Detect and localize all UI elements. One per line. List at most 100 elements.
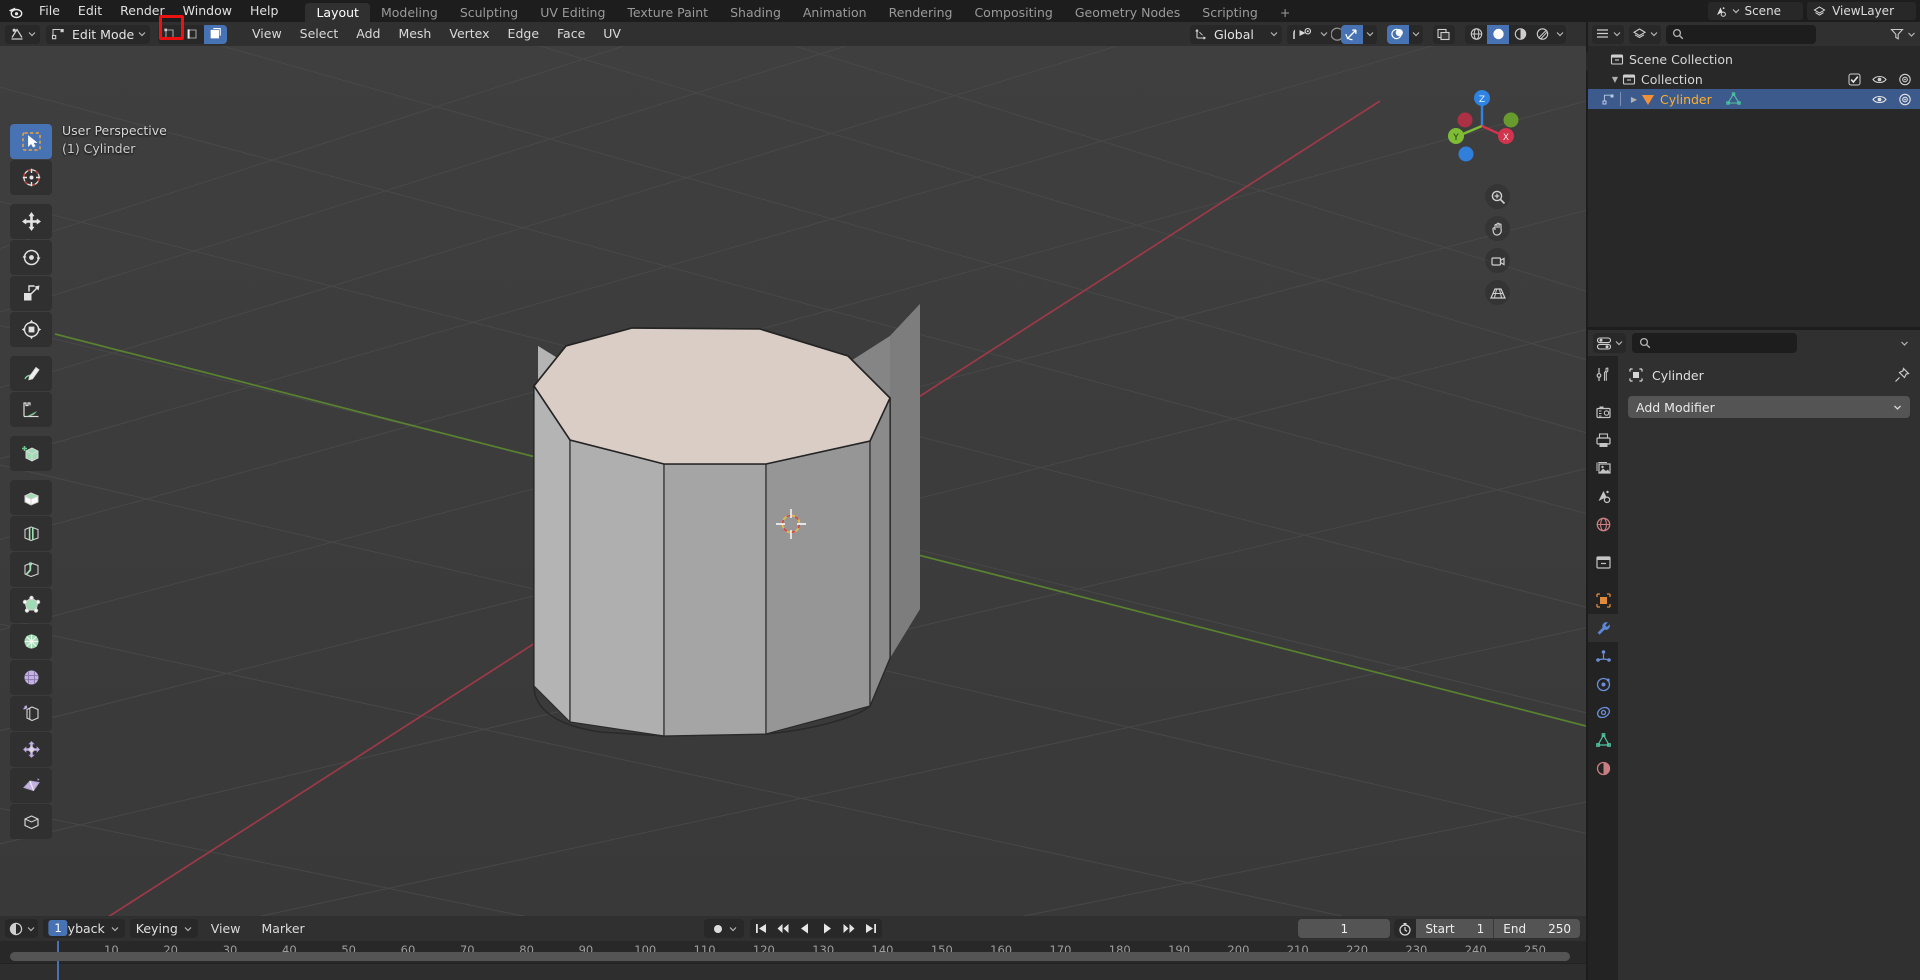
jump-to-end-button[interactable] xyxy=(860,919,882,938)
knife-tool[interactable] xyxy=(10,624,52,659)
menu-render[interactable]: Render xyxy=(111,0,174,22)
viewport-menu-select[interactable]: Select xyxy=(291,23,348,45)
editor-type-selector[interactable] xyxy=(5,24,40,44)
checkbox-icon[interactable] xyxy=(1848,73,1861,86)
jump-to-next-keyframe-button[interactable] xyxy=(838,919,860,938)
timeline-menu-marker[interactable]: Marker xyxy=(253,919,312,938)
add-modifier-button[interactable]: Add Modifier xyxy=(1628,396,1910,418)
object-types-visibility-icon[interactable] xyxy=(1295,25,1317,44)
gizmo-icon[interactable] xyxy=(1341,24,1363,44)
data-properties-tab[interactable] xyxy=(1588,726,1618,754)
object-properties-tab[interactable] xyxy=(1588,586,1618,614)
measure-tool[interactable] xyxy=(10,392,52,427)
modifier-properties-tab[interactable] xyxy=(1588,614,1618,642)
menu-file[interactable]: File xyxy=(30,0,69,22)
chevron-down-icon[interactable] xyxy=(1409,25,1423,44)
interaction-mode-selector[interactable]: Edit Mode xyxy=(46,24,150,44)
viewport-menu-vertex[interactable]: Vertex xyxy=(440,23,498,45)
properties-editor-type-button[interactable] xyxy=(1593,333,1626,353)
timeline-editor-type-button[interactable] xyxy=(5,919,38,938)
timeline-ruler[interactable]: ❯ 10203040506070809010011012013014015016… xyxy=(0,920,1586,980)
auto-keying-group[interactable] xyxy=(704,919,744,938)
menu-help[interactable]: Help xyxy=(241,0,288,22)
transform-tool[interactable] xyxy=(10,312,52,347)
scene-properties-tab[interactable] xyxy=(1588,482,1618,510)
viewport-menu-edge[interactable]: Edge xyxy=(499,23,548,45)
grid-perspective-icon[interactable] xyxy=(1485,280,1510,305)
workspace-tab-sculpting[interactable]: Sculpting xyxy=(449,3,529,22)
timeline-track[interactable] xyxy=(0,963,1586,980)
workspace-tab-shading[interactable]: Shading xyxy=(719,3,792,22)
viewlayer-selector[interactable]: ViewLayer xyxy=(1807,2,1916,20)
viewport-menu-view[interactable]: View xyxy=(243,23,291,45)
add-cube-tool[interactable] xyxy=(10,436,52,471)
filter-icon[interactable] xyxy=(1890,27,1904,41)
tool-properties-tab[interactable] xyxy=(1588,360,1618,388)
chevron-down-icon[interactable] xyxy=(1907,31,1916,38)
outliner-row-scene-collection[interactable]: Scene Collection xyxy=(1588,49,1920,69)
3d-viewport[interactable]: User Perspective (1) Cylinder Z Y X xyxy=(0,46,1586,916)
hand-icon[interactable] xyxy=(1485,216,1510,241)
spin-tool[interactable] xyxy=(10,696,52,731)
scale-tool[interactable] xyxy=(10,276,52,311)
physics-properties-tab[interactable] xyxy=(1588,670,1618,698)
view-layer-properties-tab[interactable] xyxy=(1588,454,1618,482)
bevel-tool[interactable] xyxy=(10,552,52,587)
workspace-tab-compositing[interactable]: Compositing xyxy=(963,3,1063,22)
tweak-tool[interactable] xyxy=(10,124,52,159)
move-tool[interactable] xyxy=(10,204,52,239)
workspace-tab-uv-editing[interactable]: UV Editing xyxy=(529,3,616,22)
world-properties-tab[interactable] xyxy=(1588,510,1618,538)
output-properties-tab[interactable] xyxy=(1588,426,1618,454)
viewport-menu-mesh[interactable]: Mesh xyxy=(389,23,440,45)
annotate-tool[interactable] xyxy=(10,356,52,391)
extrude-region-tool[interactable] xyxy=(10,480,52,515)
outliner-search-input[interactable] xyxy=(1666,24,1816,44)
collection-properties-tab[interactable] xyxy=(1588,548,1618,576)
solid-shading-button[interactable] xyxy=(1487,24,1509,44)
workspace-tab-layout[interactable]: Layout xyxy=(305,3,370,22)
properties-search-input[interactable] xyxy=(1632,333,1797,353)
face-select-mode-button[interactable] xyxy=(204,24,227,44)
menu-edit[interactable]: Edit xyxy=(69,0,111,22)
outliner-display-mode-button[interactable] xyxy=(1629,24,1661,44)
edge-select-mode-button[interactable] xyxy=(181,24,204,44)
outliner-editor-type-button[interactable] xyxy=(1592,24,1624,44)
workspace-tab-modeling[interactable]: Modeling xyxy=(370,3,449,22)
expand-triangle-icon[interactable]: ▶ xyxy=(1627,95,1641,104)
chevron-down-icon[interactable] xyxy=(1553,25,1566,44)
loop-cut-tool[interactable] xyxy=(10,588,52,623)
render-properties-tab[interactable] xyxy=(1588,398,1618,426)
navigation-gizmo[interactable]: Z Y X xyxy=(1440,84,1524,168)
outliner-row-cylinder[interactable]: ▶ Cylinder xyxy=(1588,89,1920,109)
vertex-select-mode-button[interactable] xyxy=(158,24,181,44)
viewport-menu-face[interactable]: Face xyxy=(548,23,594,45)
chevron-down-icon[interactable] xyxy=(1893,333,1915,353)
blender-logo-icon[interactable] xyxy=(0,0,30,22)
timeline-horizontal-scrollbar[interactable] xyxy=(10,952,1570,961)
current-frame-field[interactable]: 1 xyxy=(1298,919,1391,938)
constraint-properties-tab[interactable] xyxy=(1588,698,1618,726)
viewport-menu-add[interactable]: Add xyxy=(347,23,389,45)
camera-render-icon[interactable] xyxy=(1898,73,1912,86)
play-reverse-button[interactable] xyxy=(794,919,816,938)
material-preview-shading-button[interactable] xyxy=(1509,25,1531,44)
eye-icon[interactable] xyxy=(1872,93,1887,106)
chevron-down-icon[interactable] xyxy=(1317,25,1331,44)
expand-triangle-icon[interactable]: ▼ xyxy=(1608,75,1622,84)
menu-window[interactable]: Window xyxy=(174,0,241,22)
end-frame-field[interactable]: End 250 xyxy=(1494,919,1580,938)
cursor-tool[interactable] xyxy=(10,160,52,195)
start-frame-field[interactable]: Start 1 xyxy=(1416,919,1493,938)
workspace-tab-rendering[interactable]: Rendering xyxy=(878,3,964,22)
workspace-tab-add[interactable]: + xyxy=(1269,3,1301,22)
stopwatch-icon[interactable] xyxy=(1394,919,1417,938)
pin-icon[interactable] xyxy=(1894,367,1910,383)
rendered-shading-button[interactable] xyxy=(1531,25,1553,44)
chevron-down-icon[interactable] xyxy=(1363,25,1377,44)
play-button[interactable] xyxy=(816,919,838,938)
workspace-tab-scripting[interactable]: Scripting xyxy=(1191,3,1269,22)
zoom-icon[interactable] xyxy=(1485,184,1510,209)
workspace-tab-texture-paint[interactable]: Texture Paint xyxy=(616,3,719,22)
outliner-row-collection[interactable]: ▼ Collection xyxy=(1588,69,1920,89)
